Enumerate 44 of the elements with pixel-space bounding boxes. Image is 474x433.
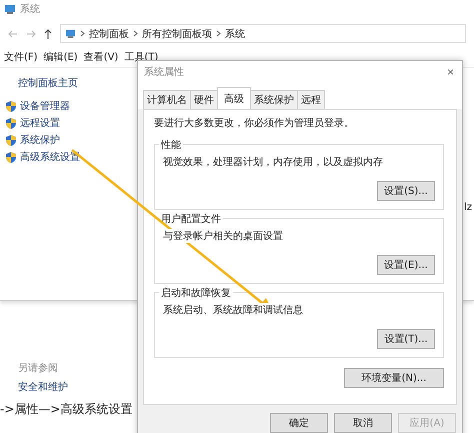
notice-text: 要进行大多数更改，你必须作为管理员登录。	[154, 116, 355, 130]
address-bar[interactable]: 控制面板 所有控制面板项 系统	[60, 24, 466, 43]
section-label: 另请参阅	[18, 362, 59, 375]
tab[interactable]: 硬件	[190, 90, 218, 109]
chevron-icon	[80, 30, 85, 37]
settings-button[interactable]: 设置(T)...	[377, 329, 435, 349]
shield-icon	[6, 118, 16, 128]
menu-item[interactable]: 编辑(E)	[44, 50, 78, 64]
tab[interactable]: 计算机名	[143, 90, 191, 109]
group-description: 视觉效果，处理器计划，内存使用，以及虚拟内存	[163, 155, 383, 169]
shield-icon	[6, 134, 16, 146]
tab[interactable]: 系统保护	[250, 90, 298, 109]
tab[interactable]: 远程	[297, 90, 325, 109]
dialog-title: 系统属性	[144, 66, 184, 79]
partial-text: lz	[464, 202, 472, 213]
group-title: 启动和故障恢复	[159, 286, 233, 300]
dialog-button[interactable]: 取消	[334, 413, 392, 433]
group-description: 系统启动、系统故障和调试信息	[163, 303, 303, 317]
chevron-icon	[133, 30, 138, 37]
caption-text: ->属性—>高级系统设置	[0, 401, 132, 418]
shield-icon	[6, 152, 16, 162]
group-description: 与登录帐户相关的桌面设置	[163, 229, 283, 243]
chevron-icon	[216, 30, 221, 37]
shield-icon	[6, 100, 16, 112]
group-title: 性能	[159, 138, 183, 152]
back-icon[interactable]	[8, 30, 18, 38]
environment-variables-button[interactable]: 环境变量(N)...	[344, 368, 444, 388]
up-icon[interactable]	[44, 28, 52, 38]
menu-item[interactable]: 文件(F)	[4, 50, 38, 64]
breadcrumb[interactable]: 系统	[225, 26, 245, 40]
window-title: 系统	[20, 2, 40, 16]
settings-button[interactable]: 设置(S)...	[377, 181, 435, 201]
breadcrumb[interactable]: 控制面板	[89, 26, 129, 40]
sidebar-link[interactable]: 系统保护	[20, 133, 60, 147]
computer-icon	[4, 4, 16, 14]
breadcrumb[interactable]: 所有控制面板项	[142, 26, 212, 40]
settings-button[interactable]: 设置(E)...	[377, 255, 435, 275]
menu-item[interactable]: 查看(V)	[84, 50, 118, 64]
sidebar-link[interactable]: 设备管理器	[20, 99, 70, 113]
forward-icon[interactable]	[26, 30, 36, 38]
close-button[interactable]: ×	[444, 65, 456, 79]
computer-icon	[65, 29, 76, 38]
dialog-button[interactable]: 确定	[270, 413, 328, 433]
sidebar-link[interactable]: 远程设置	[20, 116, 60, 130]
